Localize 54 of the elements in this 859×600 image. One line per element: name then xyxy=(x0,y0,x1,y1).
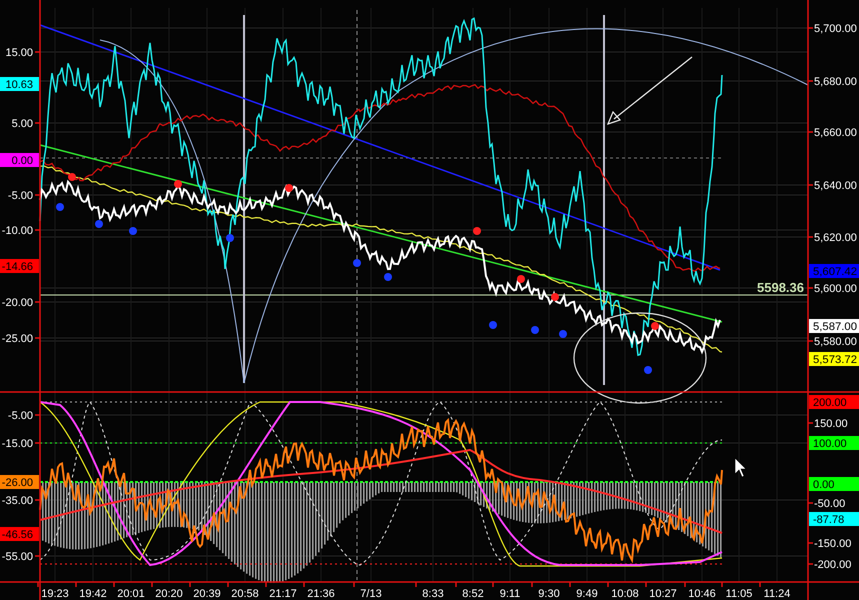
value-flag: -26.00 xyxy=(0,475,39,489)
time-label: 10:08 xyxy=(611,588,639,600)
axis-label: -50.00 xyxy=(814,498,846,510)
time-label: 21:17 xyxy=(269,588,297,600)
time-label: 21:36 xyxy=(307,588,335,600)
mouse-cursor-icon xyxy=(734,457,747,478)
axis-label: -35.00 xyxy=(2,495,33,507)
time-label: 7/13 xyxy=(360,588,382,600)
axis-label: -5.00 xyxy=(8,190,33,202)
time-label: 20:01 xyxy=(117,588,145,600)
value-flag: 0.00 xyxy=(0,153,39,167)
axis-label: 5,640.00 xyxy=(814,180,857,192)
time-label: 8:33 xyxy=(422,588,444,600)
value-flag: 5,607.42 xyxy=(809,264,859,278)
time-label: 8:52 xyxy=(462,588,484,600)
time-label: 9:49 xyxy=(576,588,598,600)
time-label: 10:27 xyxy=(649,588,677,600)
axis-label: -55.00 xyxy=(2,551,33,563)
value-flag: -14.66 xyxy=(0,259,39,273)
time-label: 9:11 xyxy=(500,588,520,600)
axis-label: 5.00 xyxy=(12,118,33,130)
time-label: 19:42 xyxy=(79,588,107,600)
value-flag: 0.00 xyxy=(809,477,859,491)
time-label: 19:23 xyxy=(41,588,69,600)
time-label: 20:39 xyxy=(193,588,221,600)
axis-label: 5,580.00 xyxy=(814,336,857,348)
value-flag: 200.00 xyxy=(809,395,859,409)
value-flag: 100.00 xyxy=(809,436,859,450)
axis-label: 5,620.00 xyxy=(814,232,857,244)
axis-label: -200.00 xyxy=(814,559,852,571)
axis-label: 150.00 xyxy=(814,418,848,430)
value-flag: 10.63 xyxy=(0,77,39,91)
value-flag: -87.78 xyxy=(809,512,859,526)
axis-label: -5.00 xyxy=(8,410,33,422)
time-label: 20:20 xyxy=(155,588,183,600)
axis-label: 5,680.00 xyxy=(814,76,857,88)
time-label: 9:30 xyxy=(538,588,560,600)
value-flag: 5,587.00 xyxy=(809,319,859,333)
axis-label: -25.00 xyxy=(2,333,33,345)
time-label: 20:58 xyxy=(231,588,259,600)
axis-label: -150.00 xyxy=(814,538,852,550)
axis-label: 5,600.00 xyxy=(814,283,857,295)
value-flag: -46.56 xyxy=(0,527,39,541)
axis-label: -10.00 xyxy=(2,225,33,237)
axis-label: 15.00 xyxy=(5,47,33,59)
axis-label: -20.00 xyxy=(2,297,33,309)
time-label: 11:05 xyxy=(726,588,752,600)
axis-label: 5,700.00 xyxy=(814,23,857,35)
axis-label: 5,660.00 xyxy=(814,127,857,139)
price-label: 5598.36 xyxy=(757,280,804,295)
axis-label: -15.00 xyxy=(2,438,33,450)
value-flag: 5,573.72 xyxy=(809,352,859,366)
time-label: 11:24 xyxy=(764,588,790,600)
time-label: 10:46 xyxy=(688,588,716,600)
